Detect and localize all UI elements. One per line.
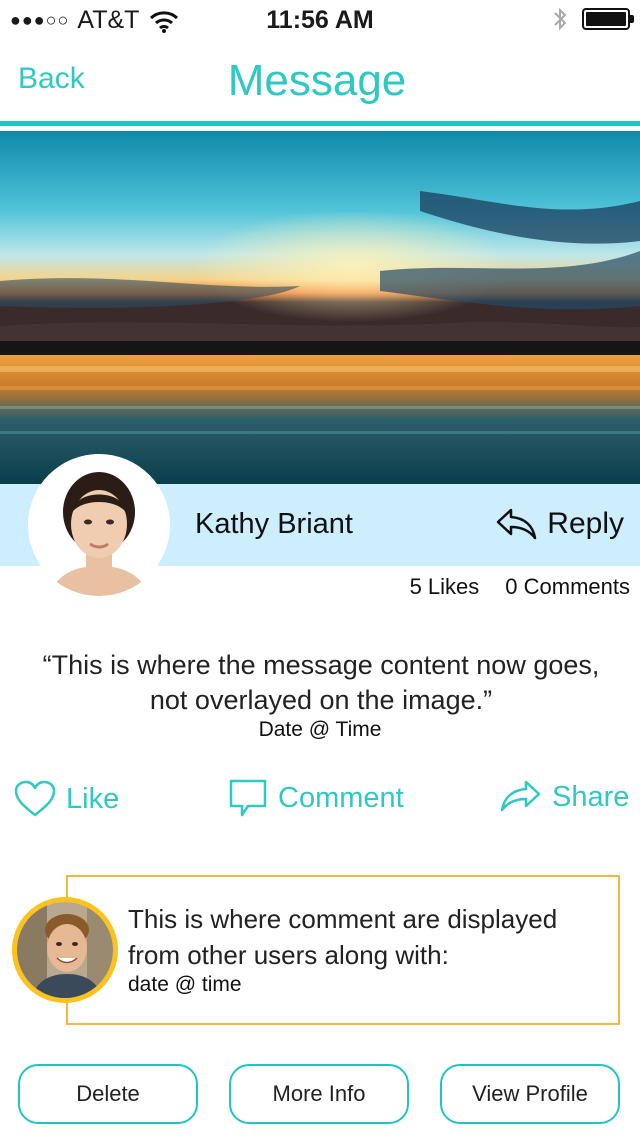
action-bar: Like Comment Share [0,776,640,826]
share-icon [500,780,541,812]
heart-icon [14,780,56,817]
post-image [0,131,640,484]
likes-count[interactable]: 5 Likes [410,574,480,600]
like-button[interactable]: Like [14,780,119,818]
reply-label: Reply [547,507,624,540]
sunset-photo [0,131,640,484]
delete-button[interactable]: Delete [18,1064,198,1124]
share-label: Share [552,780,630,813]
comment-button[interactable]: Comment [228,778,404,818]
page-title: Message [227,56,407,105]
author-avatar[interactable] [28,454,170,596]
comment-text: This is where comment are displayed from… [128,904,558,970]
comment-card: This is where comment are displayed from… [66,875,620,1025]
battery-icon [582,8,634,30]
reply-button[interactable]: Reply [495,506,624,542]
like-label: Like [66,782,120,815]
share-button[interactable]: Share [498,778,629,816]
author-portrait [28,454,170,596]
status-right [552,6,634,32]
bluetooth-icon [554,7,567,31]
message-content: “This is where the message content now g… [42,650,600,715]
status-bar: ●●●○○ AT&T 11:56 AM [0,0,640,40]
commenter-portrait [17,902,113,998]
comments-count[interactable]: 0 Comments [505,574,630,600]
navigation-bar: Back Message [0,40,640,126]
comment-date: date @ time [128,973,242,996]
comment-label: Comment [278,781,404,814]
reply-icon [497,508,537,540]
message-date: Date @ Time [258,718,382,741]
commenter-avatar[interactable] [12,897,118,1003]
more-info-button[interactable]: More Info [229,1064,409,1124]
status-time: 11:56 AM [266,6,374,34]
author-name[interactable]: Kathy Briant [195,508,353,541]
post-stats: 5 Likes 0 Comments [410,574,630,600]
comment-icon [229,779,267,817]
view-profile-button[interactable]: View Profile [440,1064,620,1124]
